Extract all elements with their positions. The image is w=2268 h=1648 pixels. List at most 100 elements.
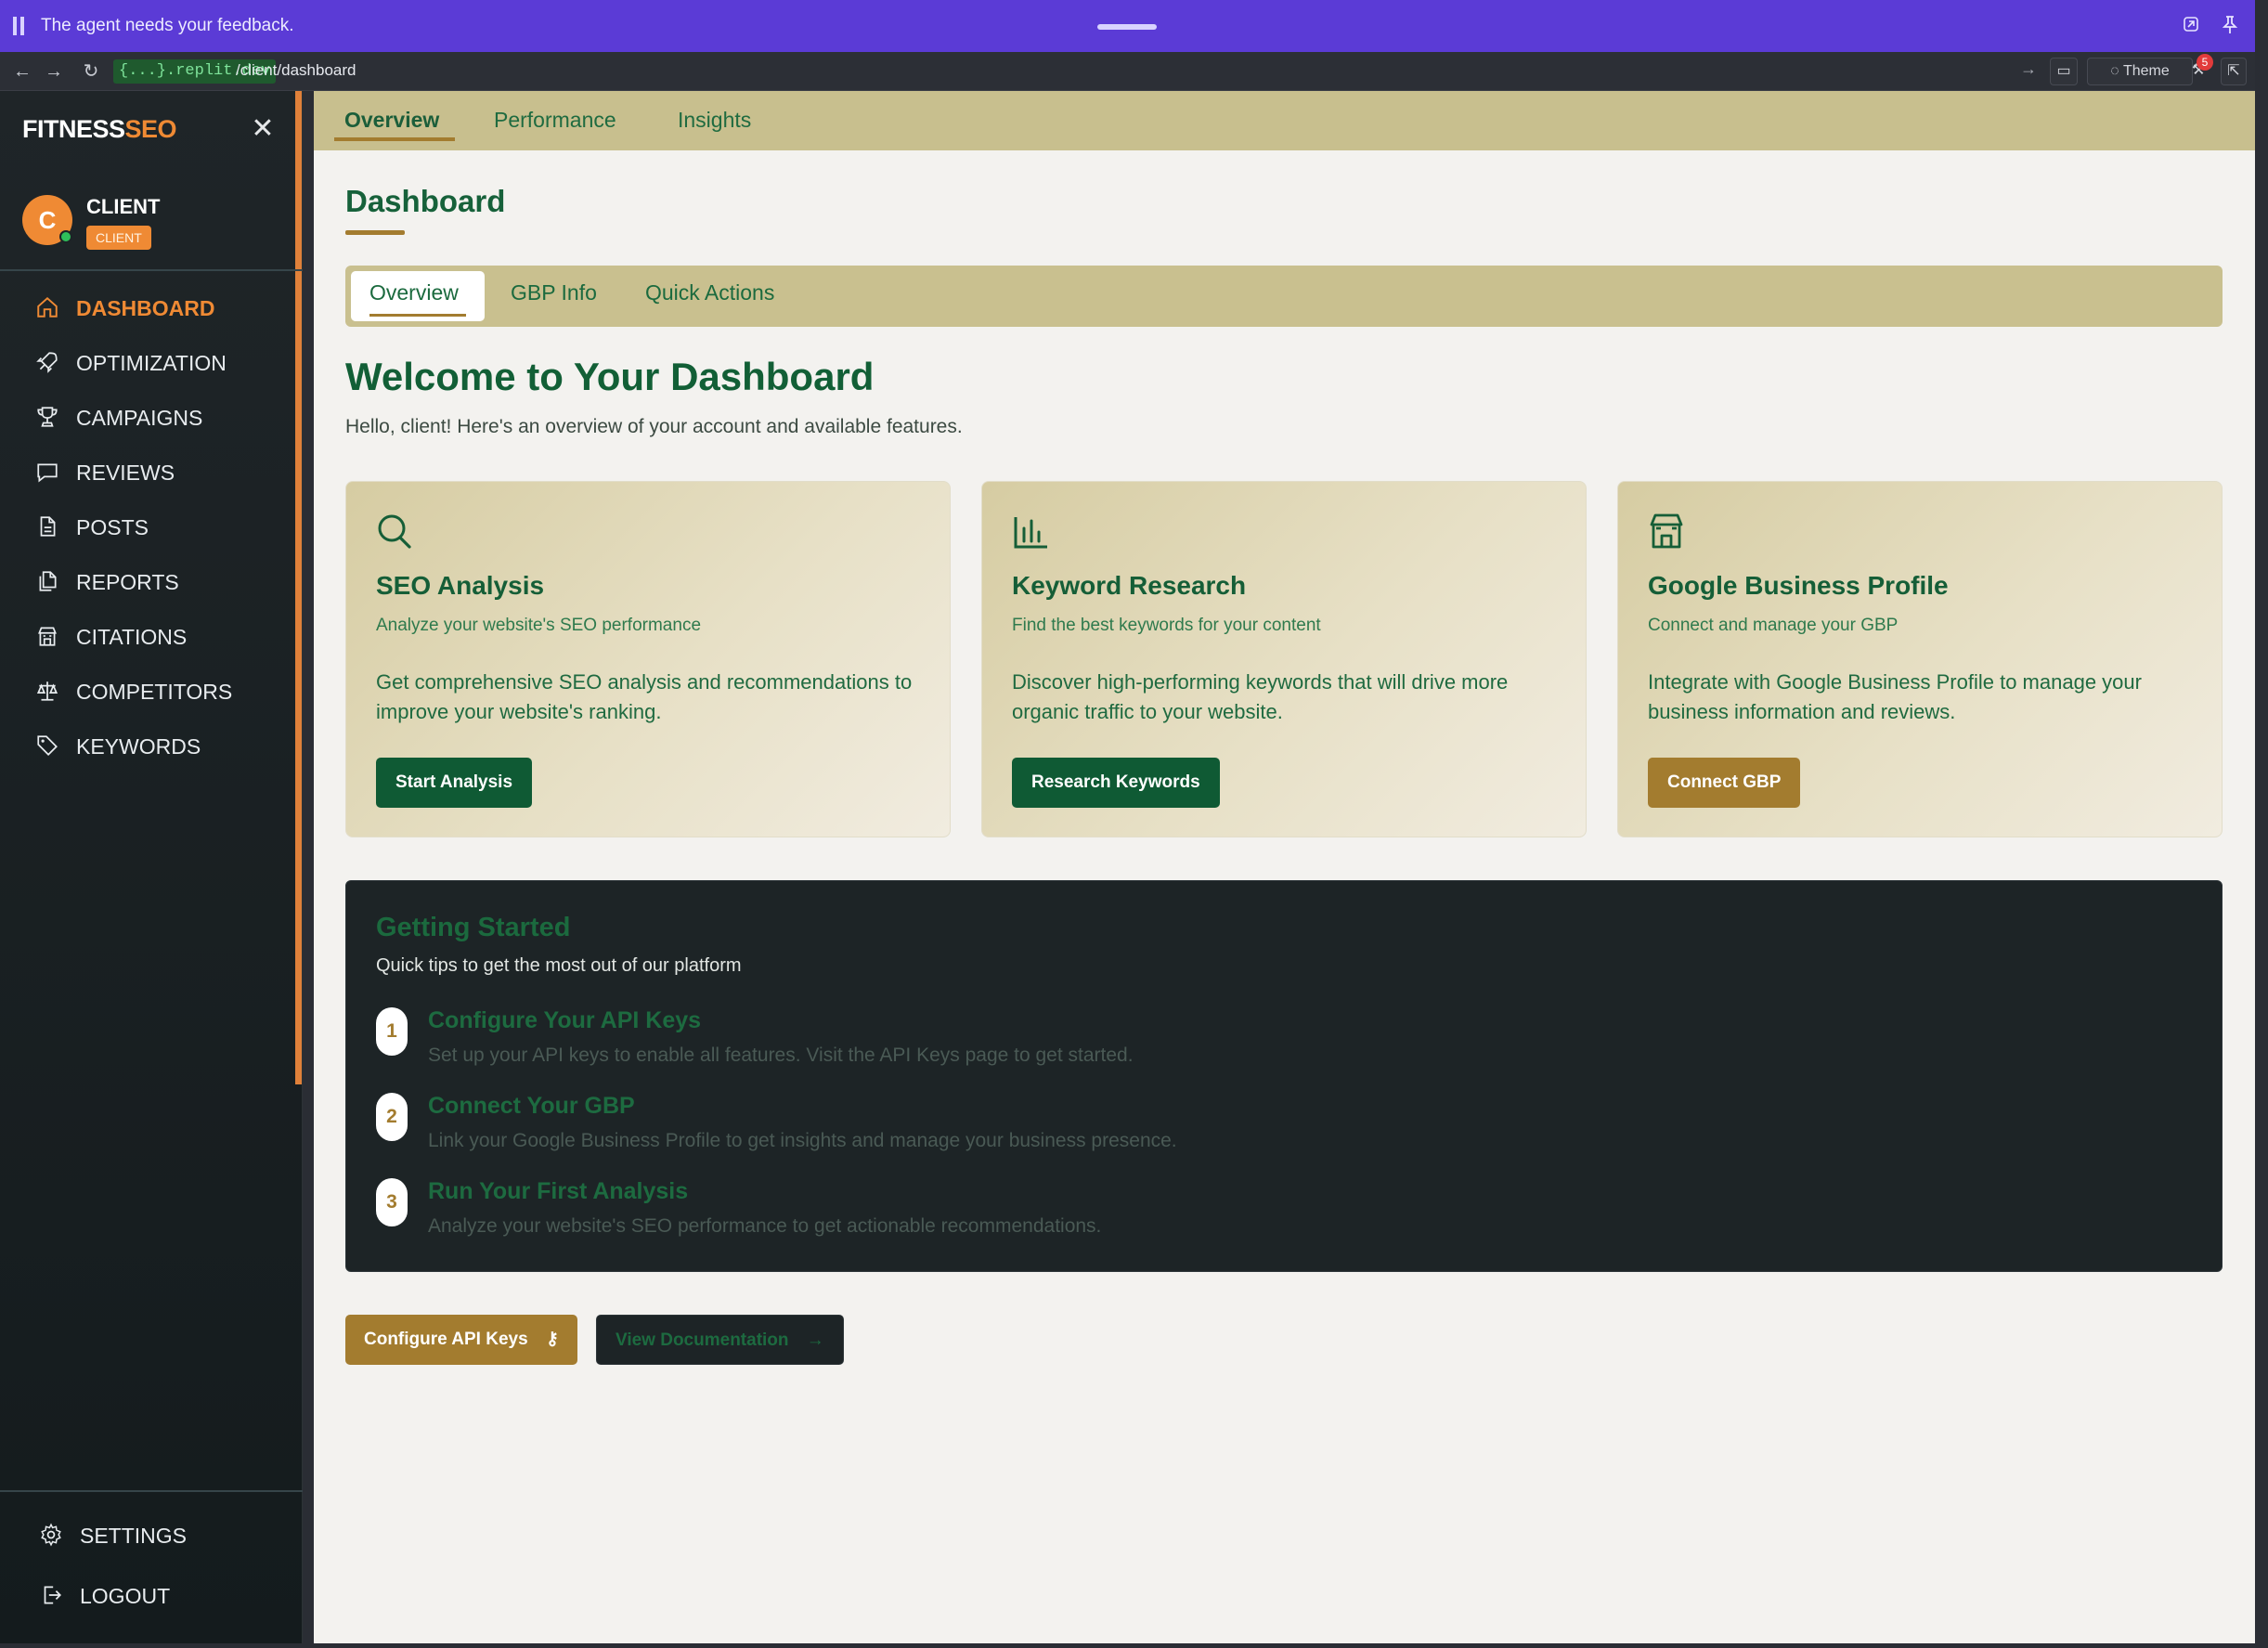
trophy-icon	[35, 405, 61, 431]
rocket-icon	[35, 350, 61, 376]
sidebar-item-label: REVIEWS	[76, 460, 175, 485]
settings-label: SETTINGS	[80, 1523, 188, 1548]
sidebar-item-competitors[interactable]: COMPETITORS	[35, 673, 232, 710]
gear-icon	[39, 1523, 65, 1549]
card-description: Get comprehensive SEO analysis and recom…	[376, 670, 913, 723]
scale-icon	[35, 679, 61, 705]
theme-label: Theme	[2122, 63, 2170, 79]
tab-insights[interactable]: Insights	[678, 108, 751, 133]
user-role-badge: CLIENT	[86, 226, 151, 250]
close-sidebar-icon[interactable]: ✕	[249, 115, 277, 143]
connect-gbp-button[interactable]: Connect GBP	[1648, 758, 1801, 808]
subtab-overview[interactable]: Overview	[369, 280, 459, 305]
card-description: Discover high-performing keywords that w…	[1012, 670, 1509, 723]
sidebar-accent-bar	[295, 91, 302, 1084]
sidebar-item-posts[interactable]: POSTS	[35, 509, 149, 546]
url-path: /client/dashboard	[236, 61, 356, 79]
home-icon	[35, 295, 61, 321]
welcome-heading: Welcome to Your Dashboard	[345, 355, 875, 398]
forward-icon[interactable]: →	[43, 60, 65, 83]
view-documentation-button[interactable]: View Documentation →	[596, 1315, 844, 1365]
step-title: Configure Your API Keys	[428, 1007, 702, 1033]
logout-icon	[39, 1583, 65, 1609]
app-logo[interactable]: FITNESSSEO	[22, 115, 177, 144]
sidebar-item-citations[interactable]: CITATIONS	[35, 618, 187, 655]
card-description: Integrate with Google Business Profile t…	[1648, 670, 2142, 723]
card-seo-analysis: SEO Analysis Analyze your website's SEO …	[345, 481, 951, 837]
sidebar-item-logout[interactable]: LOGOUT	[39, 1577, 170, 1615]
url-bar[interactable]: {...}.replit.dev /client/dashboard →	[110, 58, 2039, 85]
online-status-dot	[59, 230, 72, 243]
sidebar-item-label: COMPETITORS	[76, 679, 233, 704]
sidebar-item-optimization[interactable]: OPTIMIZATION	[35, 344, 227, 382]
step-number: 2	[376, 1093, 408, 1141]
card-title: Google Business Profile	[1648, 571, 1949, 600]
card-subtitle: Analyze your website's SEO performance	[376, 616, 702, 635]
step-description: Link your Google Business Profile to get…	[428, 1130, 1177, 1151]
back-icon[interactable]: ←	[11, 60, 33, 83]
sidebar-item-reviews[interactable]: REVIEWS	[35, 454, 175, 491]
avatar[interactable]: C	[22, 195, 72, 245]
research-keywords-button[interactable]: Research Keywords	[1012, 758, 1220, 808]
sidebar-item-campaigns[interactable]: CAMPAIGNS	[35, 399, 202, 436]
theme-icon: ◌	[2110, 63, 2119, 79]
devices-icon[interactable]: ▭	[2050, 58, 2078, 85]
top-tabs: Overview Performance Insights	[314, 91, 2255, 150]
welcome-subtext: Hello, client! Here's an overview of you…	[345, 416, 963, 437]
card-google-business-profile: Google Business Profile Connect and mana…	[1617, 481, 2223, 837]
sidebar-item-keywords[interactable]: KEYWORDS	[35, 728, 201, 765]
minimize-icon[interactable]	[2180, 15, 2202, 37]
building-icon	[35, 624, 61, 650]
message-icon	[35, 460, 61, 486]
sidebar-item-label: KEYWORDS	[76, 733, 201, 759]
sidebar-item-reports[interactable]: REPORTS	[35, 564, 179, 601]
store-icon	[1648, 512, 1685, 552]
reload-icon[interactable]: ↻	[80, 60, 102, 83]
bar-chart-icon	[1012, 512, 1049, 552]
sidebar-item-settings[interactable]: SETTINGS	[39, 1517, 187, 1554]
key-icon: ⚷	[545, 1330, 559, 1349]
sidebar-item-label: DASHBOARD	[76, 295, 215, 320]
sidebar-item-label: POSTS	[76, 514, 149, 539]
logo-part-seo: SEO	[124, 115, 177, 143]
subtab-quick-actions[interactable]: Quick Actions	[645, 280, 774, 305]
sidebar-divider	[0, 269, 303, 271]
step-description: Analyze your website's SEO performance t…	[428, 1215, 1102, 1237]
drag-handle[interactable]	[1097, 24, 1157, 30]
theme-button[interactable]: ◌ Theme	[2087, 58, 2193, 85]
subtab-gbp-info[interactable]: GBP Info	[511, 280, 597, 305]
app-window: The agent needs your feedback. ← → ↻ {..…	[0, 0, 2268, 1648]
tag-icon	[35, 733, 61, 759]
sub-tabs: Overview GBP Info Quick Actions	[345, 266, 2223, 327]
card-title: SEO Analysis	[376, 571, 545, 600]
sidebar: FITNESSSEO ✕ C CLIENT CLIENT DASHBOARD O…	[0, 91, 303, 1643]
logout-label: LOGOUT	[80, 1583, 171, 1608]
start-analysis-button[interactable]: Start Analysis	[376, 758, 533, 808]
browser-toolbar: ← → ↻ {...}.replit.dev /client/dashboard…	[0, 52, 2255, 91]
card-subtitle: Find the best keywords for your content	[1012, 616, 1321, 635]
pin-icon[interactable]	[2219, 15, 2241, 37]
sidebar-item-dashboard[interactable]: DASHBOARD	[35, 290, 215, 327]
view-documentation-label: View Documentation	[616, 1330, 789, 1350]
files-icon	[35, 569, 61, 595]
arrow-right-icon: →	[806, 1330, 824, 1350]
main-content: Overview Performance Insights Dashboard …	[314, 91, 2255, 1643]
getting-started-panel: Getting Started Quick tips to get the mo…	[345, 880, 2223, 1272]
card-keyword-research: Keyword Research Find the best keywords …	[981, 481, 1587, 837]
configure-api-keys-button[interactable]: Configure API Keys ⚷	[345, 1315, 577, 1365]
notification-badge: 5	[2197, 54, 2213, 71]
open-arrow-icon[interactable]: →	[2020, 59, 2037, 79]
search-icon	[376, 512, 413, 552]
page-title: Dashboard	[345, 184, 506, 218]
card-title: Keyword Research	[1012, 571, 1247, 600]
pause-icon[interactable]	[13, 17, 26, 35]
sidebar-item-label: CITATIONS	[76, 624, 188, 649]
open-new-window-icon[interactable]: ⇱	[2221, 58, 2247, 85]
page-title-underline	[345, 230, 405, 235]
tab-performance[interactable]: Performance	[494, 108, 616, 133]
tab-overview[interactable]: Overview	[344, 108, 439, 133]
user-name: CLIENT	[86, 195, 161, 218]
sidebar-item-label: CAMPAIGNS	[76, 405, 203, 430]
step-description: Set up your API keys to enable all featu…	[428, 1045, 1134, 1066]
banner-message: The agent needs your feedback.	[41, 16, 294, 35]
